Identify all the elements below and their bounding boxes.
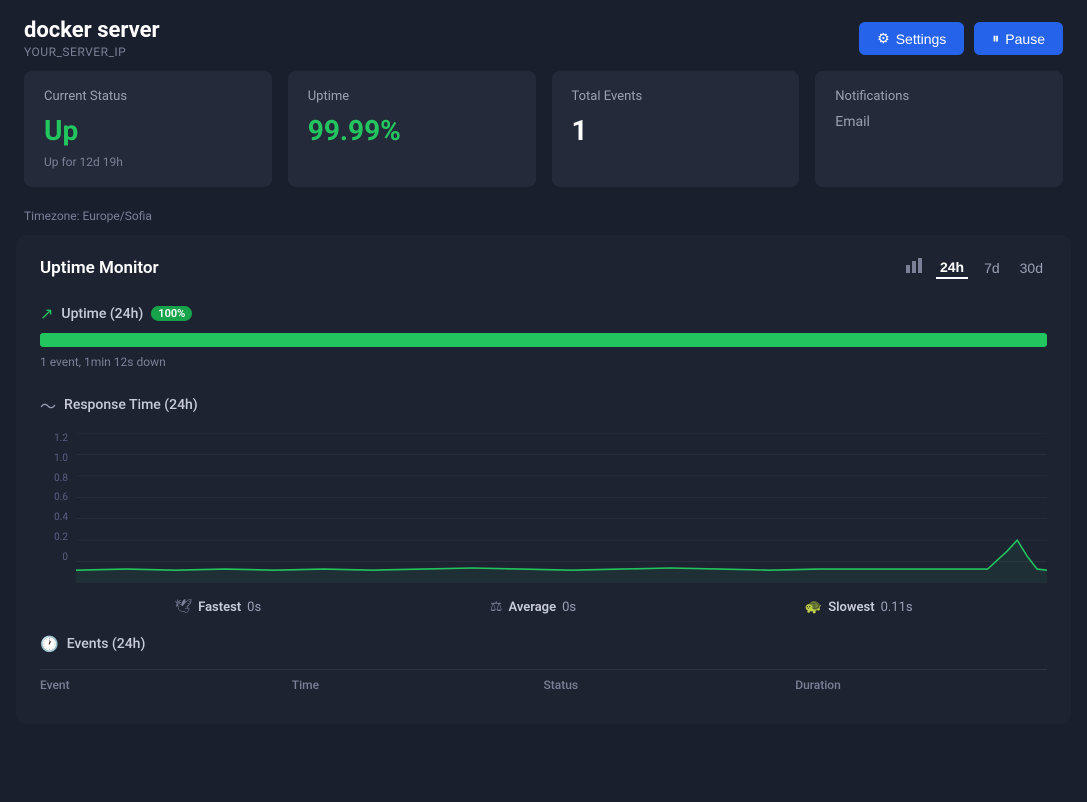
monitor-header: Uptime Monitor 24h 7d 30d <box>40 255 1047 280</box>
pause-icon: ⏸ <box>992 30 999 47</box>
response-chart-svg <box>76 433 1047 583</box>
monitor-title: Uptime Monitor <box>40 258 159 278</box>
col-time: Time <box>292 678 544 692</box>
header-buttons: ⚙ Settings ⏸ Pause <box>859 22 1063 55</box>
time-btn-30d[interactable]: 30d <box>1016 258 1047 278</box>
uptime-value: 99.99% <box>308 114 516 147</box>
timezone-label: Timezone: Europe/Sofia <box>24 209 152 223</box>
total-events-value: 1 <box>572 114 780 147</box>
notifications-value: Email <box>835 114 1043 130</box>
events-section: 🕐 Events (24h) Event Time Status Duratio… <box>40 635 1047 700</box>
response-section-header: 〜 Response Time (24h) <box>40 393 1047 417</box>
fastest-label: Fastest <box>198 600 241 615</box>
uptime-label: Uptime <box>308 89 516 104</box>
uptime-section-header: ↗ Uptime (24h) 100% <box>40 304 1047 323</box>
events-header: 🕐 Events (24h) <box>40 635 1047 653</box>
response-icon: 〜 <box>40 393 56 417</box>
fastest-value: 0s <box>247 600 261 615</box>
slowest-value: 0.11s <box>881 600 913 615</box>
slowest-icon: 🐢 <box>805 599 822 615</box>
y-label-6: 0.2 <box>40 532 72 543</box>
uptime-badge: 100% <box>151 306 192 321</box>
server-ip: YOUR_SERVER_IP <box>24 45 160 59</box>
current-status-label: Current Status <box>44 89 252 104</box>
uptime-section-title: Uptime (24h) <box>61 306 143 322</box>
col-status: Status <box>544 678 796 692</box>
current-status-card: Current Status Up Up for 12d 19h <box>24 71 272 187</box>
pause-label: Pause <box>1005 31 1045 47</box>
y-label-5: 0.4 <box>40 512 72 523</box>
current-status-value: Up <box>44 114 252 147</box>
y-label-4: 0.6 <box>40 492 72 503</box>
header-left: docker server YOUR_SERVER_IP <box>24 18 160 59</box>
timezone-bar: Timezone: Europe/Sofia <box>0 203 1087 235</box>
monitor-controls: 24h 7d 30d <box>904 255 1047 280</box>
time-btn-24h[interactable]: 24h <box>936 257 968 279</box>
events-table-header: Event Time Status Duration <box>40 669 1047 700</box>
clock-icon: 🕐 <box>40 635 59 653</box>
current-status-sub: Up for 12d 19h <box>44 155 252 169</box>
stats-row: 🕊 Fastest 0s ⚖ Average 0s 🐢 Slowest 0.11… <box>40 599 1047 615</box>
uptime-sub: 1 event, 1min 12s down <box>40 355 1047 369</box>
uptime-card: Uptime 99.99% <box>288 71 536 187</box>
trend-up-icon: ↗ <box>40 304 53 323</box>
response-section-title: Response Time (24h) <box>64 397 198 413</box>
uptime-bar <box>40 333 1047 347</box>
average-label: Average <box>508 600 556 615</box>
settings-icon: ⚙ <box>877 30 890 47</box>
slowest-stat: 🐢 Slowest 0.11s <box>805 599 913 615</box>
uptime-bar-fill <box>40 333 1047 347</box>
notifications-label: Notifications <box>835 89 1043 104</box>
total-events-card: Total Events 1 <box>552 71 800 187</box>
header: docker server YOUR_SERVER_IP ⚙ Settings … <box>0 0 1087 71</box>
pause-button[interactable]: ⏸ Pause <box>974 22 1063 55</box>
settings-label: Settings <box>896 31 947 47</box>
average-icon: ⚖ <box>490 599 503 615</box>
y-label-1: 1.2 <box>40 433 72 444</box>
average-stat: ⚖ Average 0s <box>490 599 576 615</box>
fastest-icon: 🕊 <box>174 599 192 615</box>
y-label-7: 0 <box>40 552 72 563</box>
monitor-panel: Uptime Monitor 24h 7d 30d ↗ Uptime (24h)… <box>16 235 1071 724</box>
chart-area: 1.2 1.0 0.8 0.6 0.4 0.2 0 <box>40 433 1047 583</box>
events-title: Events (24h) <box>67 636 146 652</box>
server-name: docker server <box>24 18 160 43</box>
y-label-2: 1.0 <box>40 453 72 464</box>
bar-chart-icon <box>904 255 924 280</box>
settings-button[interactable]: ⚙ Settings <box>859 22 964 55</box>
y-axis: 1.2 1.0 0.8 0.6 0.4 0.2 0 <box>40 433 72 563</box>
y-label-3: 0.8 <box>40 473 72 484</box>
total-events-label: Total Events <box>572 89 780 104</box>
chart-svg-container <box>76 433 1047 583</box>
average-value: 0s <box>562 600 576 615</box>
response-section: 〜 Response Time (24h) 1.2 1.0 0.8 0.6 0.… <box>40 393 1047 583</box>
col-event: Event <box>40 678 292 692</box>
col-duration: Duration <box>795 678 1047 692</box>
time-btn-7d[interactable]: 7d <box>980 258 1004 278</box>
notifications-card: Notifications Email <box>815 71 1063 187</box>
slowest-label: Slowest <box>828 600 874 615</box>
cards-row: Current Status Up Up for 12d 19h Uptime … <box>0 71 1087 187</box>
fastest-stat: 🕊 Fastest 0s <box>174 599 261 615</box>
